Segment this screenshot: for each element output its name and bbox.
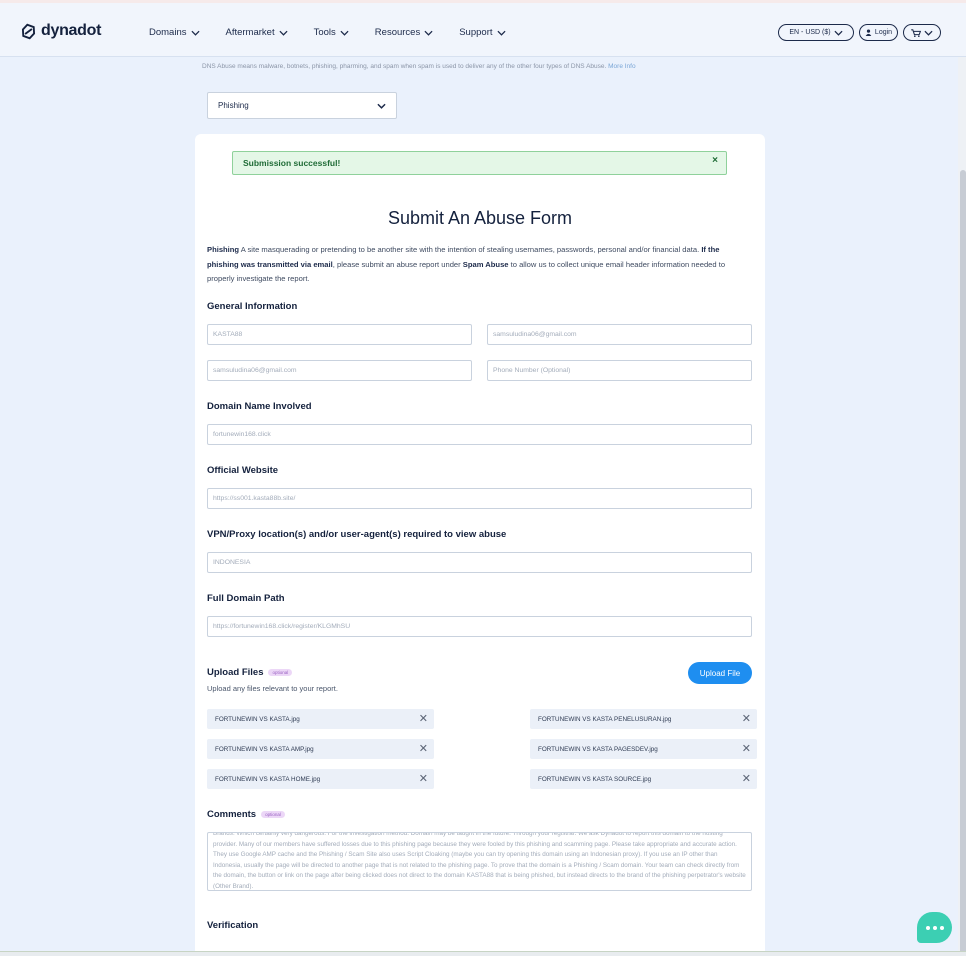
upload-files-heading: Upload Files optional [207,667,293,678]
uploaded-file: FORTUNEWIN VS KASTA.jpg ✕ [207,709,434,729]
uploaded-file: FORTUNEWIN VS KASTA PENELUSURAN.jpg ✕ [530,709,757,729]
phone-input[interactable]: Phone Number (Optional) [487,360,752,381]
nav-label: Resources [374,27,421,38]
language-currency-selector[interactable]: EN - USD ($) [778,24,854,41]
chevron-down-icon [424,30,433,36]
uploaded-file: FORTUNEWIN VS KASTA AMP.jpg ✕ [207,739,434,759]
email-input[interactable]: samsuludina06@gmail.com [487,324,752,345]
upload-subtext: Upload any files relevant to your report… [207,684,338,693]
chevron-down-icon [340,30,349,36]
remove-file-icon[interactable]: ✕ [419,742,428,755]
domain-name-heading: Domain Name Involved [207,401,312,412]
nav-aftermarket[interactable]: Aftermarket [226,27,288,38]
name-input[interactable]: KASTA88 [207,324,472,345]
dns-note-text: DNS Abuse means malware, botnets, phishi… [202,63,607,70]
live-chat-button[interactable] [917,912,952,943]
verification-heading: Verification [207,920,259,931]
nav-tools[interactable]: Tools [314,27,349,38]
uploaded-file: FORTUNEWIN VS KASTA SOURCE.jpg ✕ [530,769,757,789]
remove-file-icon[interactable]: ✕ [742,742,751,755]
nav-support[interactable]: Support [459,27,506,38]
upload-file-button[interactable]: Upload File [688,662,752,684]
comments-text: Brands. Which certainly very dangerous. … [213,832,746,890]
desc-bold: Spam Abuse [462,259,509,269]
comments-textarea[interactable]: Brands. Which certainly very dangerous. … [207,832,752,891]
chat-dot-icon [939,925,944,930]
cart-button[interactable] [903,24,941,41]
chat-dot-icon [932,925,937,930]
desc-term: Phishing [207,245,240,254]
main-nav: Domains Aftermarket Tools Resources Supp… [149,27,532,38]
file-name: FORTUNEWIN VS KASTA SOURCE.jpg [538,775,652,783]
file-name: FORTUNEWIN VS KASTA HOME.jpg [215,775,321,783]
nav-label: Tools [313,27,336,38]
chevron-down-icon [279,30,288,36]
window-bottom-edge [0,951,966,956]
chevron-down-icon [190,30,200,36]
chevron-down-icon [496,30,506,36]
remove-file-icon[interactable]: ✕ [419,772,428,785]
file-name: FORTUNEWIN VS KASTA PENELUSURAN.jpg [538,715,672,723]
optional-badge: optional [268,668,293,676]
email-confirm-input[interactable]: samsuludina06@gmail.com [207,360,472,381]
nav-label: Aftermarket [225,27,275,38]
success-alert: Submission successful! × [232,151,727,175]
login-label: Login [874,29,893,36]
chevron-down-icon [834,30,843,36]
file-name: FORTUNEWIN VS KASTA PAGESDEV.jpg [538,745,658,753]
general-information-heading: General Information [207,301,298,312]
scrollbar-thumb[interactable] [960,170,966,955]
comments-heading: Comments optional [207,809,285,820]
official-website-heading: Official Website [207,465,279,476]
chevron-down-icon [924,30,933,36]
alert-message: Submission successful! [243,158,341,168]
desc-text: , please submit an abuse report under [332,259,463,269]
close-icon[interactable]: × [712,155,718,166]
optional-badge: optional [261,810,285,818]
header-actions: EN - USD ($) Login [778,24,941,41]
desc-text: A site masquerading or pretending to be … [239,245,700,254]
vpn-proxy-heading: VPN/Proxy location(s) and/or user-agent(… [207,529,507,540]
remove-file-icon[interactable]: ✕ [742,772,751,785]
abuse-type-select[interactable]: Phishing [207,92,397,119]
nav-domains[interactable]: Domains [149,27,200,38]
full-domain-path-input[interactable]: https://fortunewin168.click/register/KLG… [207,616,752,637]
vpn-proxy-input[interactable]: INDONESIA [207,552,752,573]
page-title: Submit An Abuse Form [387,208,573,228]
nav-label: Domains [149,27,187,38]
user-icon [865,29,872,36]
upload-heading-text: Upload Files [207,667,264,678]
uploaded-file: FORTUNEWIN VS KASTA PAGESDEV.jpg ✕ [530,739,757,759]
domain-name-input[interactable]: fortunewin168.click [207,424,752,445]
dynadot-logo[interactable]: dynadot [20,22,101,40]
full-domain-path-heading: Full Domain Path [207,593,285,604]
more-info-link[interactable]: More Info [608,63,635,70]
uploaded-file: FORTUNEWIN VS KASTA HOME.jpg ✕ [207,769,434,789]
cart-icon [911,28,921,37]
comments-heading-text: Comments [207,809,257,820]
chevron-down-icon [377,103,386,109]
language-label: EN - USD ($) [789,29,831,36]
abuse-type-value: Phishing [218,101,249,110]
file-name: FORTUNEWIN VS KASTA.jpg [215,715,300,723]
remove-file-icon[interactable]: ✕ [419,712,428,725]
chat-dot-icon [925,925,930,930]
login-button[interactable]: Login [859,24,898,41]
logo-text: dynadot [41,22,102,39]
nav-resources[interactable]: Resources [375,27,433,38]
phishing-description: Phishing A site masquerading or pretendi… [207,243,752,287]
remove-file-icon[interactable]: ✕ [742,712,751,725]
official-website-input[interactable]: https://ss001.kasta88b.site/ [207,488,752,509]
file-name: FORTUNEWIN VS KASTA AMP.jpg [215,745,314,753]
nav-label: Support [459,27,493,38]
dynadot-logo-icon [21,23,36,39]
dns-abuse-note: DNS Abuse means malware, botnets, phishi… [202,63,636,70]
top-navigation-bar: dynadot Domains Aftermarket Tools Resour… [0,0,966,57]
topbar-accent-strip [0,0,966,3]
